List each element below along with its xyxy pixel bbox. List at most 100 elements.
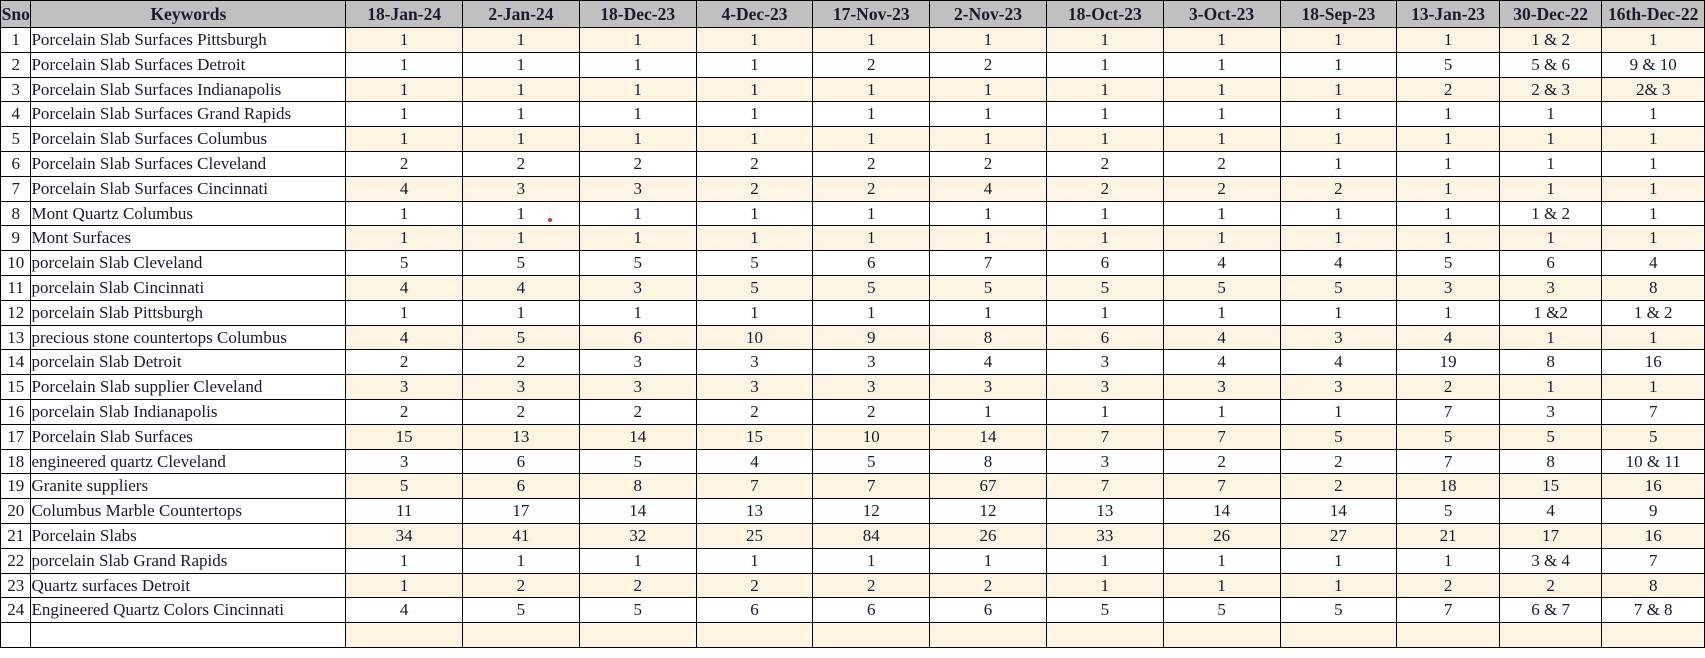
cell-rank-5[interactable]: 5 <box>812 274 931 301</box>
cell-rank-9[interactable] <box>1279 622 1398 648</box>
cell-rank-1[interactable]: 1 <box>345 547 464 574</box>
cell-rank-9[interactable]: 1 <box>1279 76 1398 103</box>
cell-rank-11[interactable]: 2 <box>1498 572 1603 599</box>
cell-rank-12[interactable]: 10 & 11 <box>1601 448 1705 475</box>
cell-rank-2[interactable]: 2 <box>462 349 580 376</box>
cell-rank-1[interactable]: 1 <box>345 200 464 227</box>
cell-keyword[interactable]: porcelain Slab Cincinnati <box>30 274 347 301</box>
cell-rank-10[interactable]: 21 <box>1396 522 1500 549</box>
cell-rank-6[interactable]: 1 <box>929 27 1047 53</box>
cell-sno[interactable]: 9 <box>0 225 32 252</box>
cell-keyword[interactable]: Porcelain Slabs <box>30 522 347 549</box>
cell-rank-5[interactable]: 1 <box>812 27 931 53</box>
table-row[interactable]: 19 Granite suppliers 5 6 8 7 7 67 7 7 2 18 15 16 <box>0 473 1705 500</box>
cell-rank-5[interactable]: 1 <box>812 126 931 152</box>
cell-keyword[interactable]: Engineered Quartz Colors Cincinnati <box>30 597 347 624</box>
cell-rank-12[interactable]: 9 <box>1601 498 1705 524</box>
table-row[interactable]: 5 Porcelain Slab Surfaces Columbus 1 1 1 1 1 1 1… <box>0 126 1705 152</box>
cell-rank-1[interactable]: 1 <box>345 101 464 128</box>
cell-rank-11[interactable]: 1 & 2 <box>1498 200 1603 227</box>
cell-rank-4[interactable]: 25 <box>695 522 814 549</box>
cell-sno[interactable]: 3 <box>0 76 32 103</box>
cell-rank-9[interactable]: 1 <box>1279 200 1398 227</box>
cell-rank-11[interactable]: 3 <box>1498 274 1603 301</box>
table-row[interactable]: 15 Porcelain Slab supplier Cleveland 3 3 3 3 3… <box>0 374 1705 400</box>
cell-rank-12[interactable]: 16 <box>1601 522 1705 549</box>
cell-rank-5[interactable]: 6 <box>812 597 931 624</box>
cell-rank-7[interactable]: 3 <box>1045 349 1164 376</box>
cell-rank-7[interactable]: 5 <box>1045 597 1164 624</box>
table-row[interactable]: 18 engineered quartz Cleveland 3 6 5 4 5 8 3 2 2 7 8… <box>0 448 1705 475</box>
cell-rank-7[interactable]: 5 <box>1045 274 1164 301</box>
cell-rank-3[interactable]: 14 <box>578 423 697 450</box>
cell-sno[interactable]: 17 <box>0 423 32 450</box>
cell-rank-4[interactable]: 2 <box>695 150 814 177</box>
cell-rank-3[interactable]: 3 <box>578 175 697 202</box>
cell-rank-8[interactable]: 2 <box>1162 150 1281 177</box>
cell-rank-8[interactable]: 3 <box>1162 374 1281 400</box>
cell-rank-12[interactable] <box>1601 622 1705 648</box>
cell-rank-9[interactable]: 2 <box>1279 473 1398 500</box>
cell-sno[interactable]: 24 <box>0 597 32 624</box>
cell-rank-11[interactable]: 8 <box>1498 349 1603 376</box>
cell-rank-11[interactable]: 1 <box>1498 150 1603 177</box>
cell-rank-1[interactable]: 2 <box>345 398 464 425</box>
table-row[interactable] <box>0 622 1705 648</box>
cell-rank-3[interactable]: 5 <box>578 448 697 475</box>
cell-rank-3[interactable]: 3 <box>578 374 697 400</box>
cell-rank-1[interactable]: 1 <box>345 51 464 78</box>
table-row[interactable]: 9 Mont Surfaces 1 1 1 1 1 1 1 1 1 1 1 1 <box>0 225 1705 252</box>
cell-rank-6[interactable]: 1 <box>929 200 1047 227</box>
table-row[interactable]: 20 Columbus Marble Countertops 11 17 14 13 12 1… <box>0 498 1705 524</box>
cell-rank-2[interactable]: 1 <box>462 101 580 128</box>
cell-rank-7[interactable]: 7 <box>1045 473 1164 500</box>
cell-sno[interactable]: 6 <box>0 150 32 177</box>
cell-rank-11[interactable]: 1 <box>1498 175 1603 202</box>
cell-rank-11[interactable]: 6 <box>1498 250 1603 276</box>
cell-rank-12[interactable]: 1 <box>1601 150 1705 177</box>
cell-rank-12[interactable]: 7 & 8 <box>1601 597 1705 624</box>
cell-sno[interactable]: 11 <box>0 274 32 301</box>
cell-rank-1[interactable]: 3 <box>345 374 464 400</box>
cell-rank-10[interactable]: 1 <box>1396 547 1500 574</box>
cell-keyword[interactable]: Porcelain Slab Surfaces Columbus <box>30 126 347 152</box>
cell-rank-5[interactable]: 84 <box>812 522 931 549</box>
cell-rank-7[interactable]: 1 <box>1045 547 1164 574</box>
cell-rank-1[interactable]: 15 <box>345 423 464 450</box>
cell-rank-3[interactable]: 1 <box>578 27 697 53</box>
cell-rank-12[interactable]: 1 <box>1601 126 1705 152</box>
cell-rank-10[interactable]: 1 <box>1396 27 1500 53</box>
cell-rank-2[interactable]: 1 <box>462 51 580 78</box>
column-header-2-jan-24[interactable]: 2-Jan-24 <box>462 0 580 28</box>
cell-rank-1[interactable]: 1 <box>345 572 464 599</box>
cell-rank-9[interactable]: 1 <box>1279 547 1398 574</box>
cell-rank-5[interactable]: 1 <box>812 299 931 326</box>
cell-rank-11[interactable]: 17 <box>1498 522 1603 549</box>
cell-rank-3[interactable]: 3 <box>578 274 697 301</box>
cell-rank-8[interactable]: 1 <box>1162 200 1281 227</box>
cell-rank-2[interactable]: 6 <box>462 473 580 500</box>
cell-rank-8[interactable]: 1 <box>1162 572 1281 599</box>
cell-rank-2[interactable]: 17 <box>462 498 580 524</box>
cell-rank-1[interactable]: 1 <box>345 76 464 103</box>
table-row[interactable]: 4 Porcelain Slab Surfaces Grand Rapids 1 1 1… <box>0 101 1705 128</box>
cell-sno[interactable]: 22 <box>0 547 32 574</box>
cell-rank-4[interactable]: 1 <box>695 547 814 574</box>
cell-rank-5[interactable] <box>812 622 931 648</box>
cell-rank-6[interactable]: 1 <box>929 126 1047 152</box>
cell-rank-2[interactable]: 1 <box>462 27 580 53</box>
cell-rank-6[interactable]: 1 <box>929 225 1047 252</box>
cell-rank-4[interactable]: 1 <box>695 101 814 128</box>
column-header-18-jan-24[interactable]: 18-Jan-24 <box>345 0 464 28</box>
table-row[interactable]: 8 Mont Quartz Columbus 1 1 1 1 1 1 1 1 1 1 1 & 21 <box>0 200 1705 227</box>
cell-rank-3[interactable]: 3 <box>578 349 697 376</box>
cell-rank-9[interactable]: 1 <box>1279 126 1398 152</box>
cell-keyword[interactable]: Porcelain Slab Surfaces Grand Rapids <box>30 101 347 128</box>
cell-keyword[interactable]: Porcelain Slab Surfaces Pittsburgh <box>30 27 347 53</box>
cell-rank-2[interactable]: 4 <box>462 274 580 301</box>
cell-rank-8[interactable]: 7 <box>1162 423 1281 450</box>
cell-keyword[interactable]: engineered quartz Cleveland <box>30 448 347 475</box>
cell-rank-6[interactable] <box>929 622 1047 648</box>
cell-rank-1[interactable]: 1 <box>345 299 464 326</box>
cell-rank-3[interactable]: 2 <box>578 572 697 599</box>
